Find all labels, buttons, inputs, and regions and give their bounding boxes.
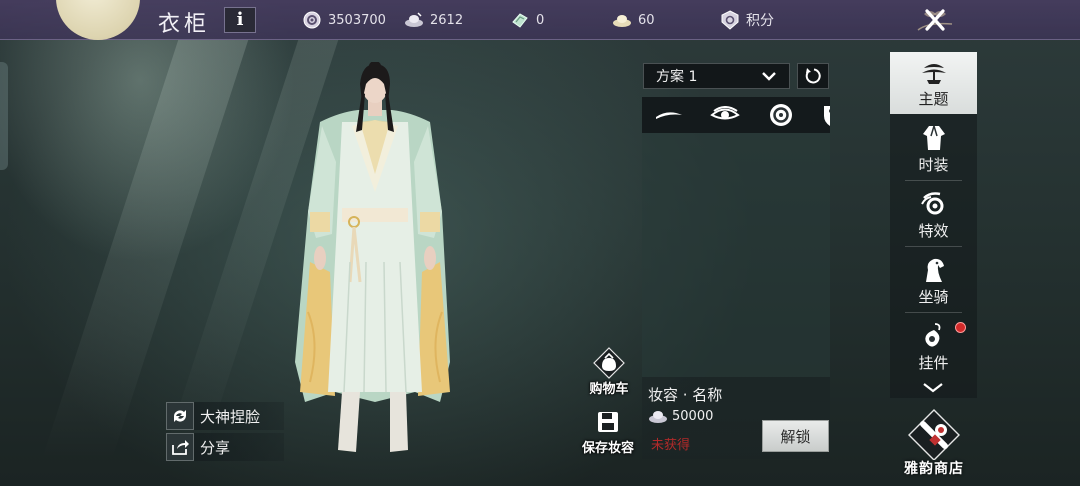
- gold-value: 60: [638, 12, 655, 28]
- shop-fan-icon: [908, 409, 960, 460]
- plan-select[interactable]: 方案 1: [643, 63, 790, 89]
- top-bar: 衣柜 i 3503700 2612 0 60 积分: [0, 0, 1080, 40]
- gold-ingot-icon: [613, 15, 631, 27]
- silver-value: 2612: [430, 12, 464, 28]
- page-title: 衣柜: [158, 12, 211, 37]
- sidebar-item-label: 时装: [918, 155, 949, 174]
- lip-icon: [770, 104, 792, 126]
- chevron-down-icon: [762, 72, 776, 81]
- points-button[interactable]: 积分: [720, 10, 774, 30]
- chevron-down-icon[interactable]: [922, 382, 944, 394]
- reset-icon: [805, 68, 821, 84]
- swirl-icon: [920, 191, 943, 214]
- horse-icon: [925, 258, 944, 282]
- points-label: 积分: [746, 13, 774, 29]
- character-model[interactable]: [280, 62, 470, 458]
- sidebar-item-label: 坐骑: [918, 287, 949, 306]
- shop-label: 雅韵商店: [904, 461, 964, 477]
- currency-coin: 3503700: [302, 10, 386, 30]
- sidebar-item-fashion[interactable]: 时装: [890, 118, 977, 180]
- sidebar-item-label: 特效: [918, 221, 949, 240]
- divider: [905, 246, 962, 247]
- tab-face-paint[interactable]: [814, 101, 830, 129]
- save-makeup-label: 保存妆容: [581, 441, 634, 456]
- makeup-price-value: 50000: [672, 408, 714, 424]
- eyebrow-icon: [656, 112, 682, 119]
- cart-button[interactable]: 购物车: [581, 346, 637, 397]
- coin-icon: [303, 11, 321, 29]
- coin-value: 3503700: [328, 12, 386, 28]
- eye-icon: [710, 106, 740, 120]
- sidebar-item-label: 挂件: [918, 353, 949, 372]
- silver-ingot-icon: [649, 411, 667, 423]
- shop-button[interactable]: 雅韵商店: [893, 408, 975, 482]
- cart-label: 购物车: [589, 382, 629, 397]
- makeup-part-tabs: [642, 97, 830, 133]
- cart-bag-icon: [592, 346, 626, 380]
- jade-value: 0: [536, 12, 545, 28]
- refresh-icon: [166, 402, 194, 430]
- sidebar-item-theme[interactable]: 主题: [890, 52, 977, 114]
- unlock-button[interactable]: 解锁: [762, 420, 829, 452]
- points-badge-icon: [721, 10, 739, 30]
- info-button[interactable]: i: [224, 7, 256, 33]
- makeup-item-list[interactable]: [642, 133, 830, 377]
- save-disk-icon: [591, 405, 625, 439]
- share-icon: [166, 433, 194, 461]
- divider: [905, 312, 962, 313]
- share-button[interactable]: 分享: [166, 433, 284, 461]
- tab-eye[interactable]: [710, 101, 740, 129]
- bonsai-icon: [921, 63, 946, 84]
- left-edge-tab[interactable]: [0, 62, 8, 170]
- currency-silver: 2612: [404, 10, 463, 30]
- face-paint-icon: [824, 106, 830, 126]
- robe-icon: [922, 125, 945, 150]
- makeup-status: 未获得: [651, 438, 691, 453]
- plan-select-value: 方案 1: [656, 69, 698, 85]
- currency-gold: 60: [612, 10, 655, 30]
- sidebar-item-effects[interactable]: 特效: [890, 184, 977, 246]
- makeup-price: 50000: [648, 408, 713, 424]
- currency-jade: 0: [510, 10, 544, 30]
- tab-eyebrow[interactable]: [654, 101, 684, 129]
- moon-decoration: [56, 0, 140, 40]
- reset-button[interactable]: [797, 63, 829, 89]
- divider: [905, 180, 962, 181]
- jade-icon: [512, 13, 528, 28]
- save-makeup-button[interactable]: 保存妆容: [580, 405, 636, 456]
- close-button[interactable]: [910, 0, 960, 40]
- sidebar-item-mount[interactable]: 坐骑: [890, 250, 977, 312]
- sidebar-item-label: 主题: [918, 89, 949, 108]
- silver-ingot-icon: [405, 12, 423, 27]
- makeup-item-name: 妆容 · 名称: [648, 386, 723, 404]
- notification-badge: [955, 322, 966, 333]
- face-preset-label: 大神捏脸: [200, 407, 261, 426]
- face-preset-button[interactable]: 大神捏脸: [166, 402, 284, 430]
- share-label: 分享: [200, 438, 231, 457]
- tab-lip[interactable]: [766, 101, 796, 129]
- pendant-icon: [924, 322, 940, 347]
